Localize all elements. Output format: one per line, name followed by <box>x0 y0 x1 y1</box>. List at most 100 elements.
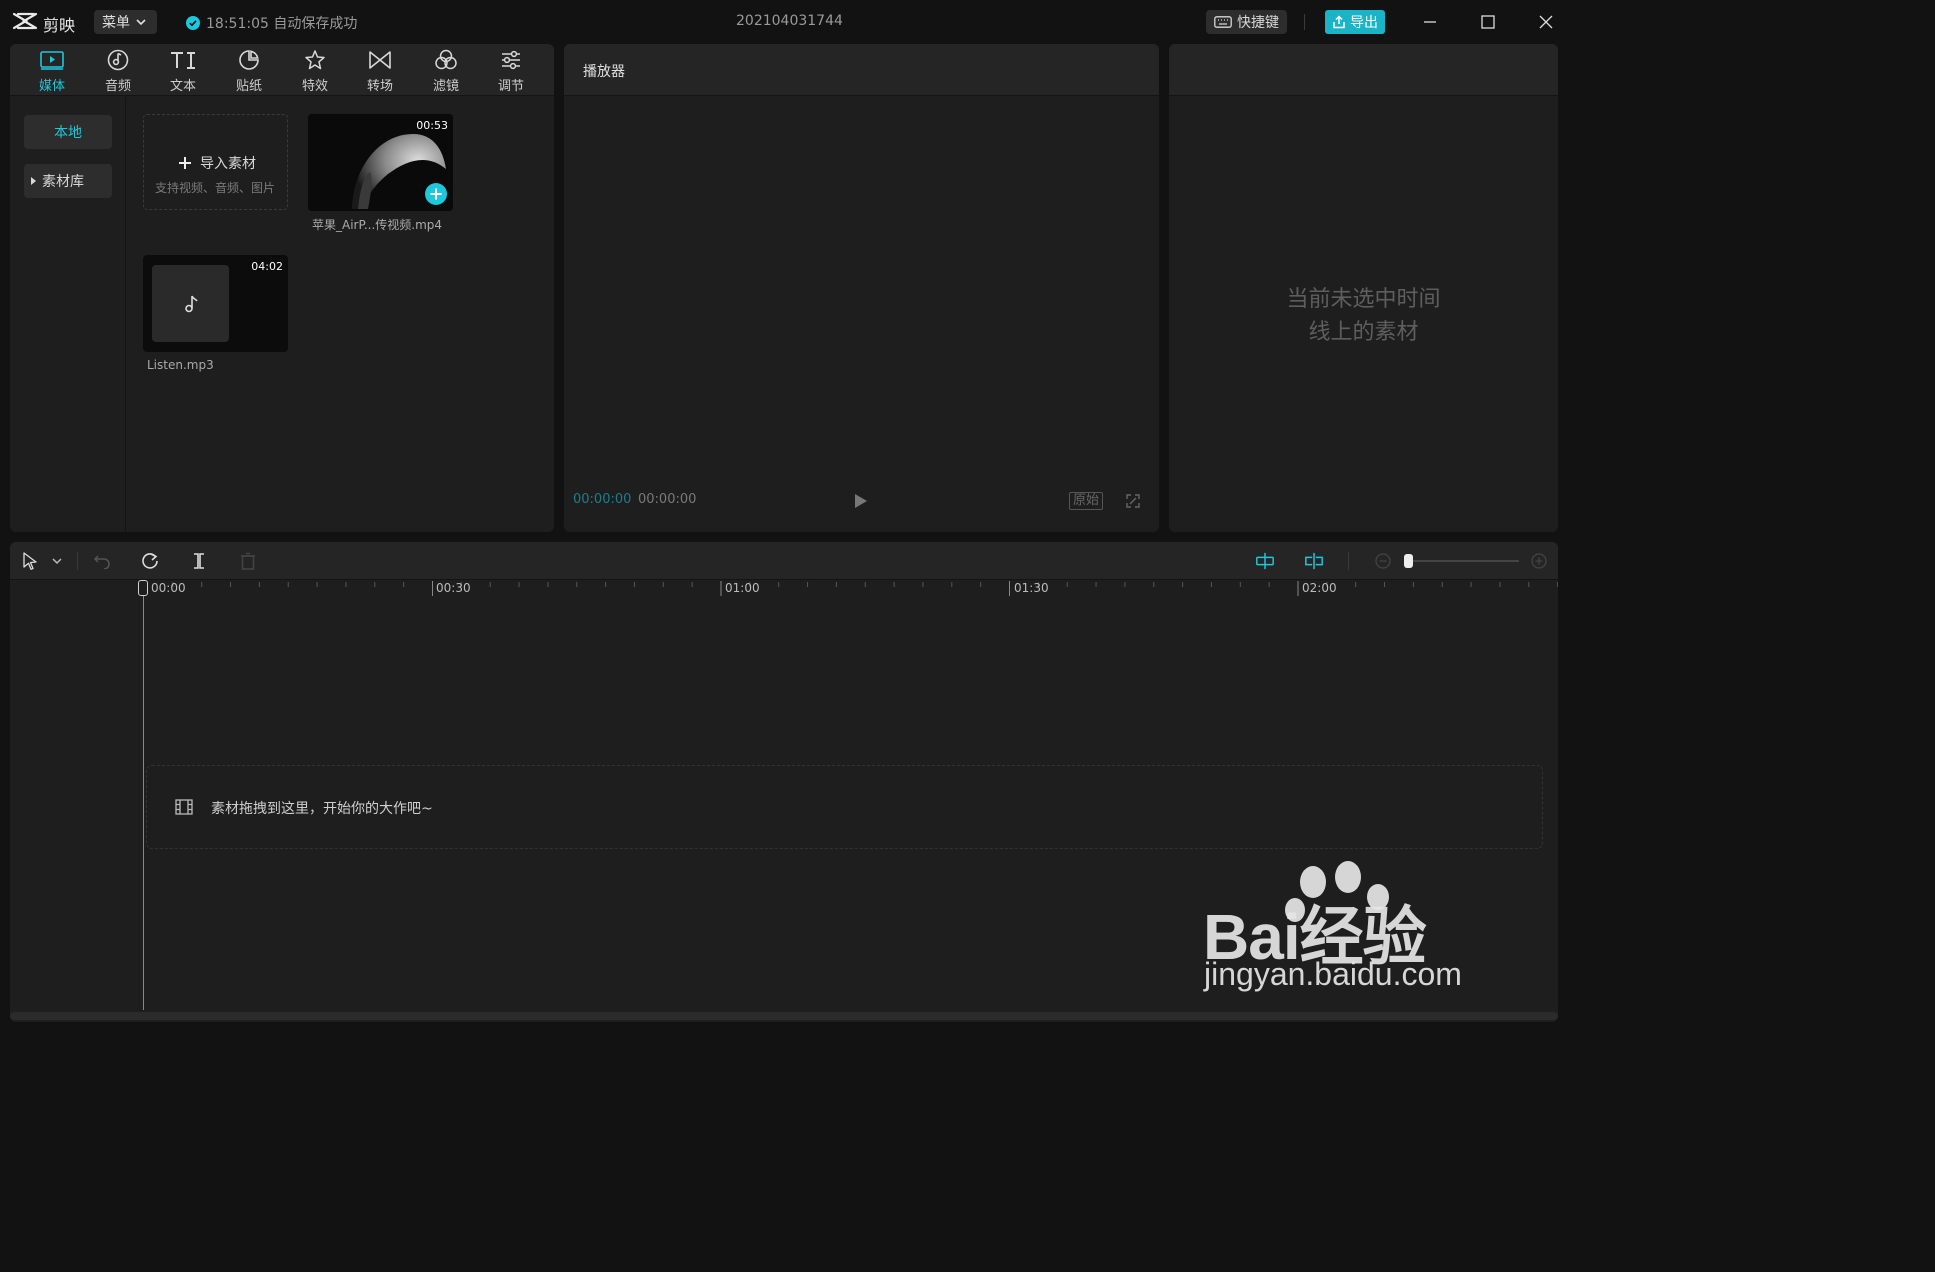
tab-label: 媒体 <box>38 79 65 94</box>
tab-label: 滤镜 <box>432 79 459 94</box>
aspect-ratio-button[interactable]: 原始 <box>1069 492 1104 510</box>
fullscreen-icon[interactable] <box>1126 494 1140 508</box>
minimize-icon[interactable] <box>1420 12 1440 32</box>
export-label: 导出 <box>1350 15 1378 31</box>
tab-effect[interactable]: 特效 <box>285 48 345 94</box>
sidebar-item-library[interactable]: 素材库 <box>24 164 112 198</box>
linkage-icon[interactable] <box>1304 551 1324 571</box>
magnet-snap-icon[interactable] <box>1255 551 1275 571</box>
close-icon[interactable] <box>1536 12 1556 32</box>
media-icon <box>40 48 64 71</box>
sidebar-item-local[interactable]: 本地 <box>24 115 112 149</box>
zoom-slider-handle[interactable] <box>1404 554 1413 568</box>
hint-line: 线上的素材 <box>1308 320 1419 345</box>
capcut-logo-icon <box>12 11 38 31</box>
import-title: 导入素材 <box>200 156 256 172</box>
ruler-label: 01:00 <box>725 581 760 595</box>
project-name: 202104031744 <box>736 13 843 29</box>
tab-label: 调节 <box>497 79 524 94</box>
app-name: 剪映 <box>43 16 76 35</box>
timeline-scrollbar[interactable] <box>10 1012 1558 1020</box>
audio-icon <box>107 48 129 71</box>
hint-line: 当前未选中时间 <box>1286 287 1441 312</box>
ruler-label: 00:00 <box>151 581 186 595</box>
film-strip-icon <box>175 799 193 815</box>
sidebar-item-label: 本地 <box>54 125 82 141</box>
media-sidebar: 本地 素材库 <box>10 97 126 532</box>
total-time: 00:00:00 <box>638 492 697 507</box>
media-panel: 媒体 音频 文本 贴纸 特效 转场 滤镜 调节 本地 素材库 导入素材 支持视频… <box>10 44 554 532</box>
chevron-down-icon <box>136 18 146 26</box>
divider <box>1348 552 1349 570</box>
video-preview[interactable] <box>564 97 1159 477</box>
sticker-icon <box>238 48 260 71</box>
import-subtitle: 支持视频、音频、图片 <box>155 181 276 195</box>
hotkey-button[interactable]: 快捷键 <box>1206 10 1287 34</box>
zoom-slider[interactable] <box>1404 554 1519 568</box>
audio-thumbnail <box>152 265 229 342</box>
autosave-status: 18:51:05 自动保存成功 <box>186 13 357 33</box>
menu-label: 菜单 <box>102 15 130 31</box>
media-item-video[interactable]: 00:53 <box>308 114 453 211</box>
tab-adjust[interactable]: 调节 <box>481 48 541 94</box>
redo-icon[interactable] <box>140 551 160 571</box>
title-bar: 剪映 菜单 18:51:05 自动保存成功 202104031744 快捷键 导… <box>0 0 1568 44</box>
effect-icon <box>304 48 326 71</box>
caret-right-icon <box>31 177 36 185</box>
hotkey-label: 快捷键 <box>1237 15 1279 31</box>
zoom-out-icon[interactable] <box>1373 551 1393 571</box>
divider <box>77 552 78 570</box>
tab-audio[interactable]: 音频 <box>88 48 148 94</box>
adjust-icon <box>500 48 522 71</box>
tab-media[interactable]: 媒体 <box>22 48 82 94</box>
filter-icon <box>434 48 458 71</box>
delete-icon[interactable] <box>238 551 258 571</box>
ruler-label: 00:30 <box>436 581 471 595</box>
baidu-jingyan-watermark: Bai经验 jingyan.baidu.com <box>1203 860 1493 1000</box>
player-header: 播放器 <box>564 44 1159 96</box>
current-time: 00:00:00 <box>573 492 632 507</box>
music-note-icon <box>183 295 199 313</box>
duration-badge: 00:53 <box>416 119 448 132</box>
add-to-timeline-icon[interactable] <box>425 183 447 205</box>
playhead-line <box>143 596 144 1010</box>
check-circle-icon <box>186 16 200 30</box>
tab-label: 转场 <box>366 79 393 94</box>
save-status-text: 18:51:05 自动保存成功 <box>206 16 358 32</box>
import-media-button[interactable]: 导入素材 支持视频、音频、图片 <box>143 114 288 210</box>
keyboard-icon <box>1214 16 1232 28</box>
maximize-icon[interactable] <box>1478 12 1498 32</box>
play-icon[interactable] <box>854 493 868 509</box>
tool-tabs: 媒体 音频 文本 贴纸 特效 转场 滤镜 调节 <box>10 44 554 96</box>
drop-hint: 素材拖拽到这里，开始你的大作吧~ <box>211 801 433 817</box>
chevron-down-icon[interactable] <box>47 551 67 571</box>
text-icon <box>169 48 197 71</box>
export-button[interactable]: 导出 <box>1325 10 1385 34</box>
tab-label: 贴纸 <box>235 79 262 94</box>
media-item-name: 苹果_AirP...传视频.mp4 <box>312 218 443 232</box>
tab-filter[interactable]: 滤镜 <box>416 48 476 94</box>
plus-icon <box>178 156 192 170</box>
empty-selection-hint: 当前未选中时间 线上的素材 <box>1169 283 1558 349</box>
timeline-drop-zone[interactable]: 素材拖拽到这里，开始你的大作吧~ <box>146 765 1543 849</box>
tab-sticker[interactable]: 贴纸 <box>219 48 279 94</box>
split-icon[interactable] <box>189 551 209 571</box>
undo-icon[interactable] <box>92 551 112 571</box>
playhead-handle[interactable] <box>138 580 148 596</box>
ruler-label: 02:00 <box>1302 581 1337 595</box>
tab-label: 音频 <box>104 79 131 94</box>
tab-label: 文本 <box>169 79 196 94</box>
menu-button[interactable]: 菜单 <box>94 10 157 34</box>
player-panel: 播放器 00:00:00 00:00:00 原始 <box>564 44 1159 532</box>
select-cursor-icon[interactable] <box>20 551 40 571</box>
transition-icon <box>368 48 392 71</box>
duration-badge: 04:02 <box>251 260 283 273</box>
player-title: 播放器 <box>583 64 625 80</box>
media-item-audio[interactable]: 04:02 <box>143 255 288 352</box>
tab-label: 特效 <box>301 79 328 94</box>
zoom-in-icon[interactable] <box>1529 551 1549 571</box>
tab-transition[interactable]: 转场 <box>350 48 410 94</box>
export-icon <box>1332 15 1346 29</box>
watermark-url: jingyan.baidu.com <box>1204 956 1462 992</box>
tab-text[interactable]: 文本 <box>153 48 213 94</box>
